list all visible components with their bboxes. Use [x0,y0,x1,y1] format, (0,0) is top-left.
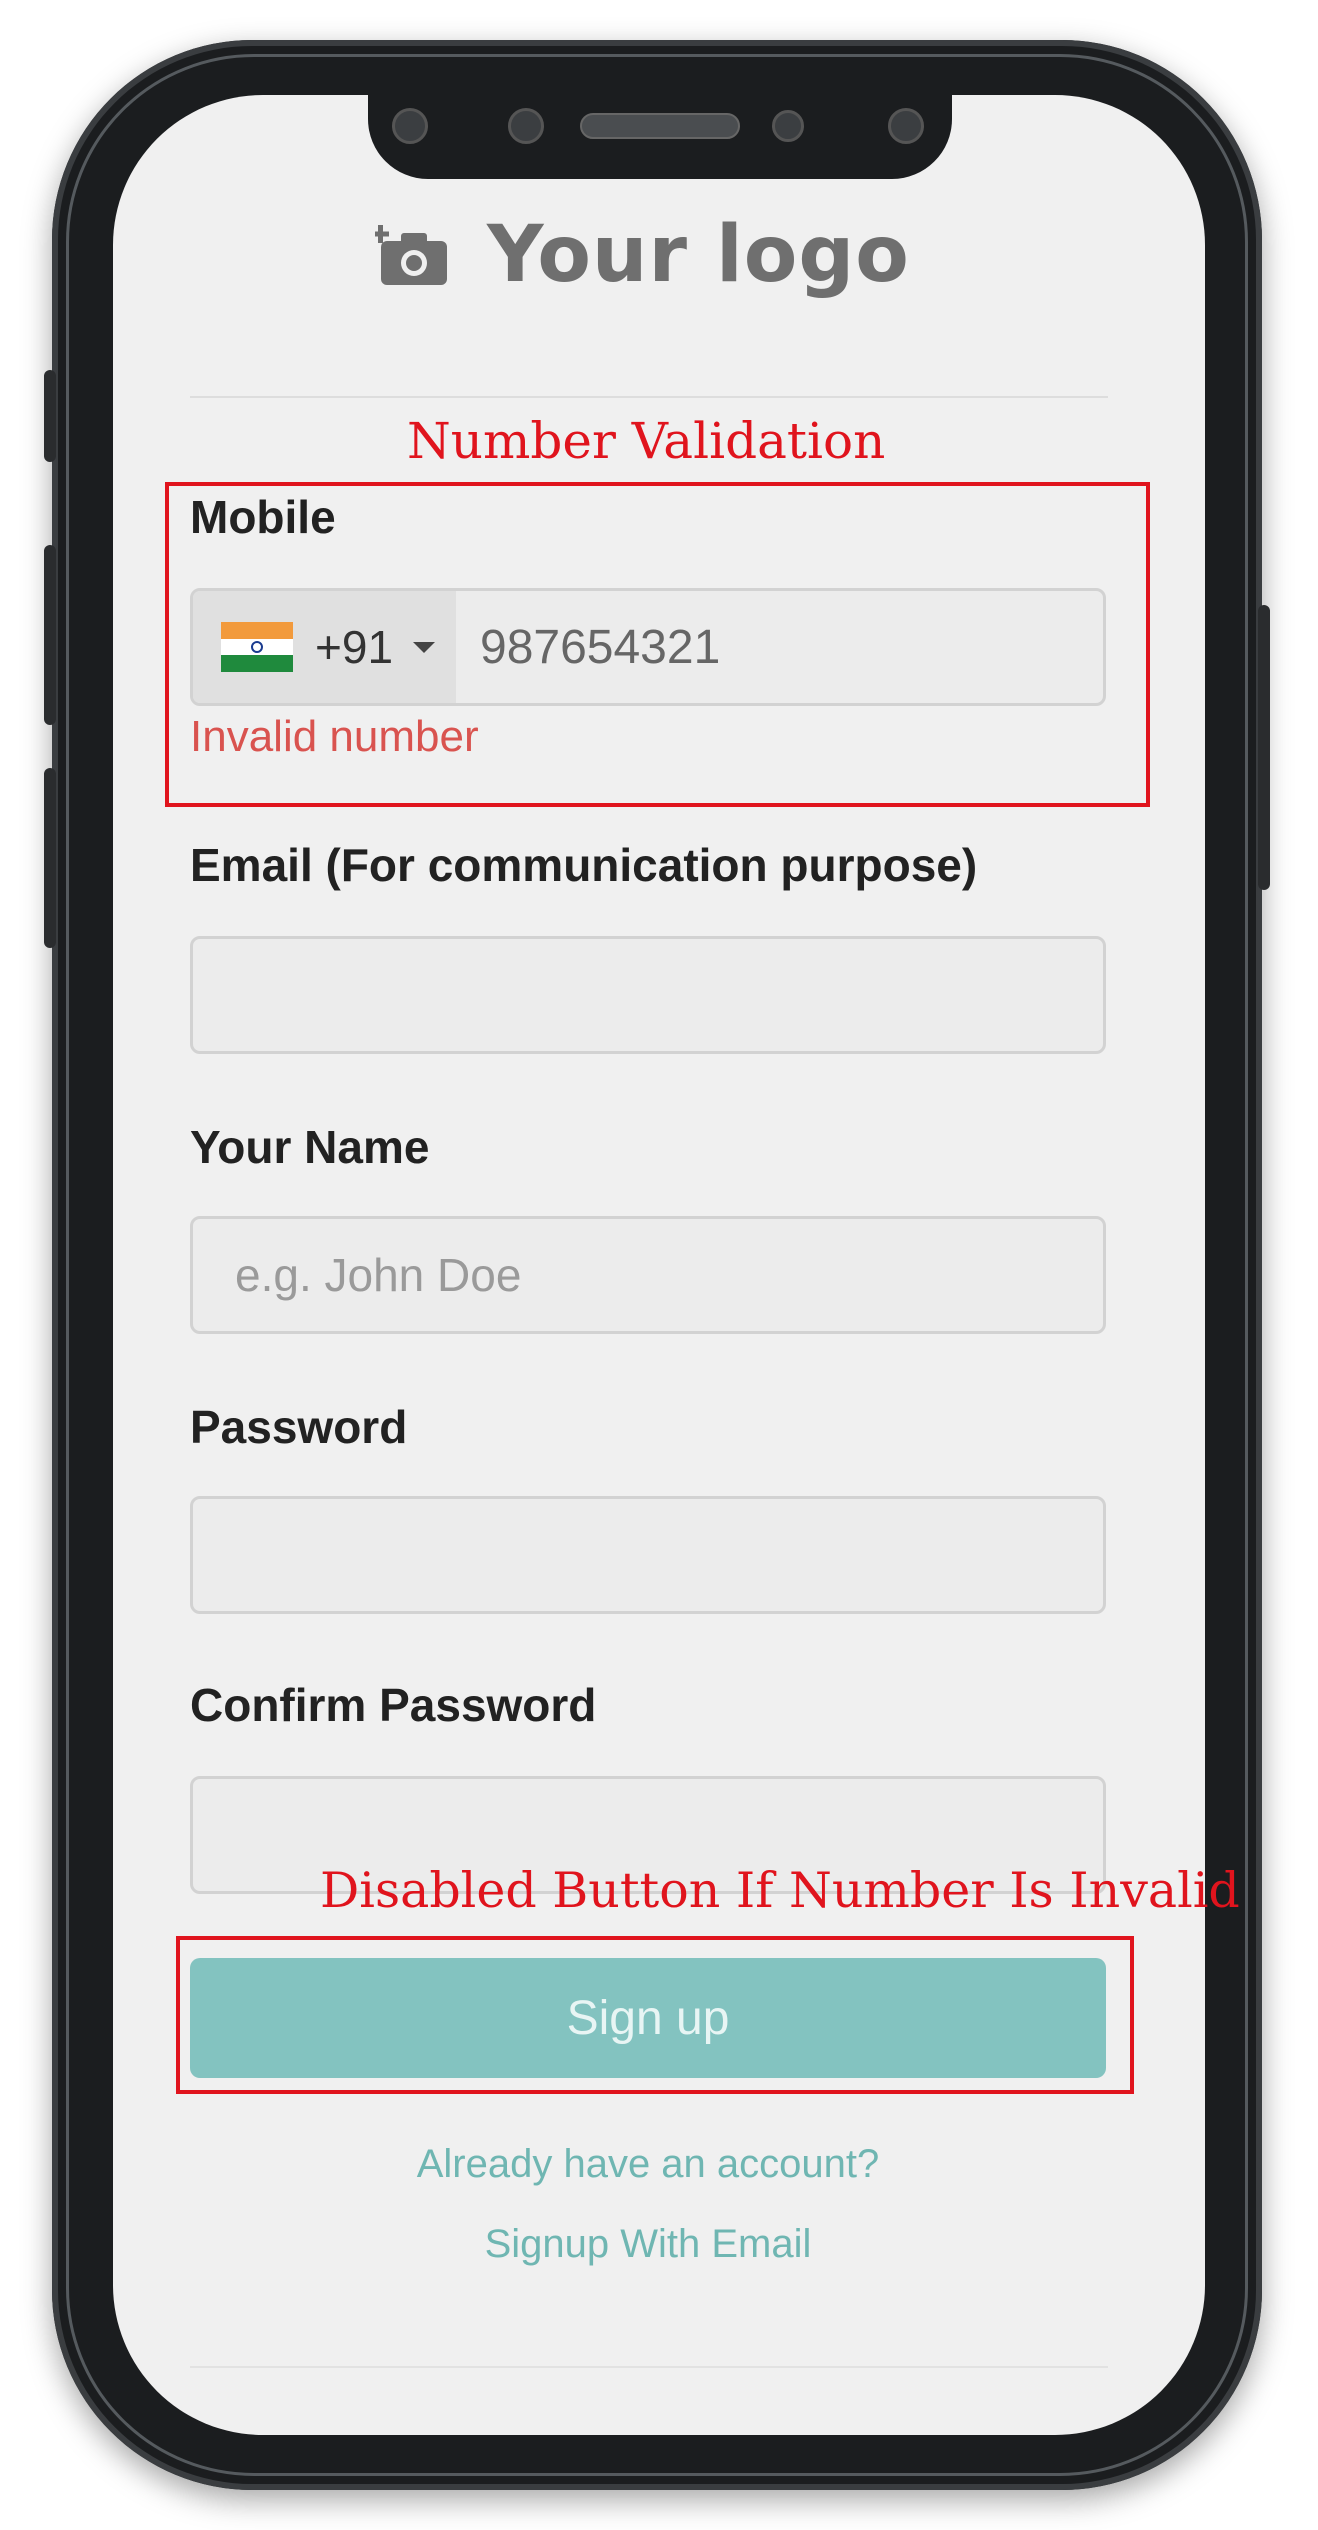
password-field[interactable] [190,1496,1106,1614]
name-field[interactable] [190,1216,1106,1334]
volume-up-button [44,545,56,725]
proximity-sensor-icon [772,110,804,142]
confirm-password-label: Confirm Password [190,1679,597,1731]
footer-divider [190,2366,1108,2368]
power-button [1258,605,1270,890]
mobile-input-group: +91 [190,588,1106,706]
disabled-button-annotation: Disabled Button If Number Is Invalid [320,1862,1240,1919]
signup-button[interactable]: Sign up [190,1958,1106,2078]
country-code-selector[interactable]: +91 [193,591,456,703]
login-link[interactable]: Already have an account? [190,2142,1106,2187]
mobile-number-input[interactable] [456,591,1103,703]
email-label: Email (For communication purpose) [190,839,978,891]
signup-with-email-link[interactable]: Signup With Email [190,2222,1106,2267]
volume-down-button [44,768,56,948]
name-label: Your Name [190,1121,430,1173]
dial-code: +91 [315,621,394,673]
volume-mute-button [44,370,56,462]
sensor-icon [508,108,544,144]
mobile-label: Mobile [190,491,336,543]
number-validation-annotation: Number Validation [407,412,886,470]
front-camera-icon [392,108,428,144]
india-flag-icon [221,622,293,673]
earpiece-speaker [580,113,740,139]
logo-text: Your logo [487,210,910,300]
mobile-error-message: Invalid number [190,712,479,761]
app-logo: Your logo [375,205,910,305]
camera-add-icon [375,225,447,285]
password-label: Password [190,1401,408,1453]
email-field[interactable] [190,936,1106,1054]
ambient-light-sensor-icon [888,108,924,144]
chevron-down-icon [413,641,436,653]
header-divider [190,396,1108,398]
